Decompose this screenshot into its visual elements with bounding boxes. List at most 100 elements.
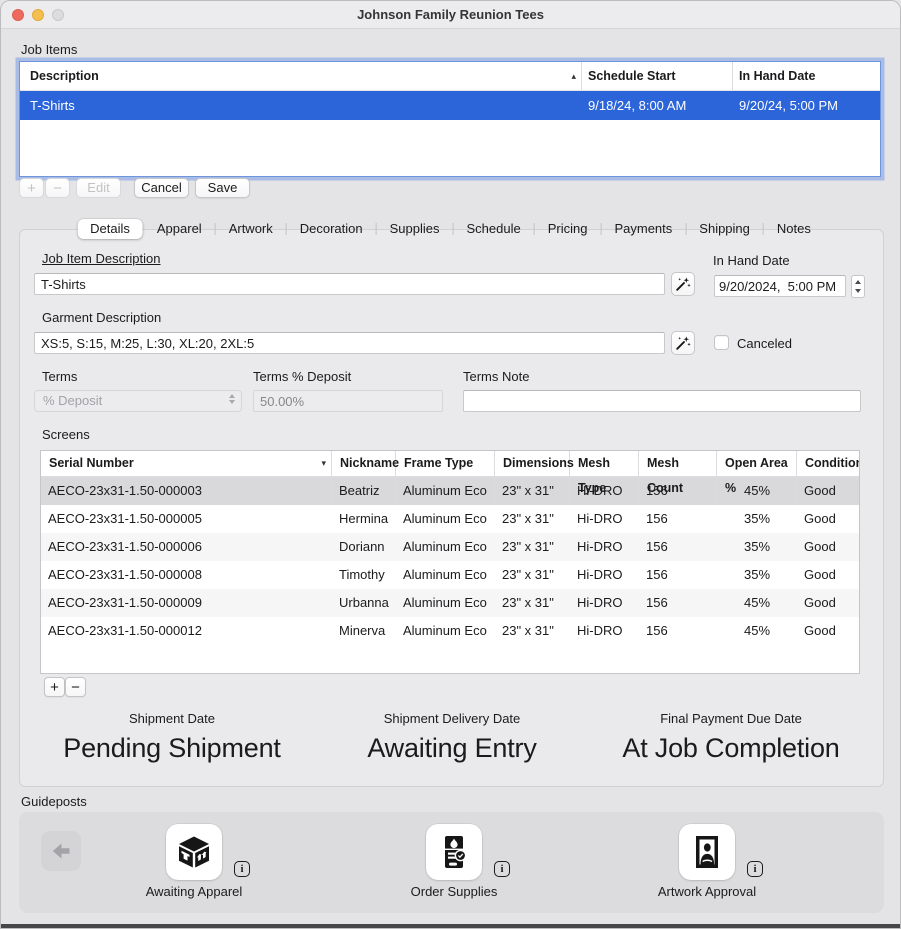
tab-supplies[interactable]: Supplies bbox=[377, 219, 453, 239]
job-item-description-label[interactable]: Job Item Description bbox=[42, 251, 161, 266]
garment-description-label: Garment Description bbox=[42, 310, 161, 325]
screen-cell: 156 bbox=[639, 505, 717, 533]
artwork-approval-button[interactable] bbox=[679, 824, 735, 880]
canceled-checkbox[interactable] bbox=[714, 335, 729, 350]
screen-row[interactable]: AECO-23x31-1.50-000008TimothyAluminum Ec… bbox=[41, 561, 859, 589]
screen-column-header-6[interactable]: Open Area % bbox=[717, 451, 797, 501]
job-item-column-header-1[interactable]: Schedule Start bbox=[582, 62, 733, 90]
screen-column-header-2[interactable]: Frame Type bbox=[396, 451, 495, 501]
tab-decoration[interactable]: Decoration bbox=[287, 219, 376, 239]
artwork-approval-label: Artwork Approval bbox=[629, 884, 785, 899]
job-item-column-header-2[interactable]: In Hand Date bbox=[733, 62, 880, 90]
screen-cell: 156 bbox=[639, 561, 717, 589]
screen-cell: 23" x 31" bbox=[495, 533, 570, 561]
tab-apparel[interactable]: Apparel bbox=[144, 219, 215, 239]
tab-notes[interactable]: Notes bbox=[764, 219, 824, 239]
screen-cell: Good bbox=[797, 505, 859, 533]
terms-pct-deposit-input bbox=[253, 390, 443, 412]
screen-cell: 156 bbox=[639, 589, 717, 617]
stepper-down-icon bbox=[855, 289, 861, 293]
screen-row[interactable]: AECO-23x31-1.50-000005HerminaAluminum Ec… bbox=[41, 505, 859, 533]
tab-shipping[interactable]: Shipping bbox=[686, 219, 763, 239]
guideposts-panel: i Awaiting Apparel i Order Supplies bbox=[19, 812, 884, 913]
edit-button[interactable]: Edit bbox=[76, 178, 121, 198]
window-controls bbox=[12, 9, 64, 21]
job-item-column-header-0[interactable]: Description ▴ bbox=[20, 62, 582, 90]
screen-cell: Hermina bbox=[332, 505, 396, 533]
screen-cell: 156 bbox=[639, 533, 717, 561]
order-supplies-info-icon[interactable]: i bbox=[494, 861, 510, 877]
screen-cell: 45% bbox=[717, 617, 797, 645]
screens-table[interactable]: Serial Number▾NicknameFrame TypeDimensio… bbox=[40, 450, 860, 674]
tab-payments[interactable]: Payments bbox=[601, 219, 685, 239]
screen-cell: Urbanna bbox=[332, 589, 396, 617]
add-job-item-button[interactable]: + bbox=[19, 178, 44, 198]
awaiting-apparel-info-icon[interactable]: i bbox=[234, 861, 250, 877]
screen-cell: 23" x 31" bbox=[495, 589, 570, 617]
screen-cell: AECO-23x31-1.50-000012 bbox=[41, 617, 332, 645]
autofill-garment-button[interactable] bbox=[671, 331, 695, 355]
awaiting-apparel-label: Awaiting Apparel bbox=[116, 884, 272, 899]
job-item-row[interactable]: T-Shirts9/18/24, 8:00 AM9/20/24, 5:00 PM bbox=[20, 91, 880, 120]
terms-note-input[interactable] bbox=[463, 390, 861, 412]
screen-column-header-3[interactable]: Dimensions bbox=[495, 451, 570, 501]
supplies-bottle-icon bbox=[436, 834, 472, 870]
final-payment-due-date-value: At Job Completion bbox=[581, 733, 881, 764]
column-label: Serial Number bbox=[49, 456, 134, 470]
column-label: In Hand Date bbox=[739, 69, 815, 83]
screen-row[interactable]: AECO-23x31-1.50-000009UrbannaAluminum Ec… bbox=[41, 589, 859, 617]
tab-pricing[interactable]: Pricing bbox=[535, 219, 601, 239]
garment-description-input[interactable] bbox=[34, 332, 665, 354]
job-item-cell: T-Shirts bbox=[20, 91, 582, 120]
screen-column-header-5[interactable]: Mesh Count bbox=[639, 451, 717, 501]
window-title: Johnson Family Reunion Tees bbox=[1, 1, 900, 29]
terms-note-label: Terms Note bbox=[463, 369, 529, 384]
remove-job-item-button[interactable]: − bbox=[45, 178, 70, 198]
tab-artwork[interactable]: Artwork bbox=[216, 219, 286, 239]
screen-cell: Hi-DRO bbox=[570, 561, 639, 589]
job-items-table[interactable]: Description ▴Schedule Start In Hand Date T… bbox=[19, 61, 881, 177]
cancel-button[interactable]: Cancel bbox=[134, 178, 189, 198]
tab-schedule[interactable]: Schedule bbox=[454, 219, 534, 239]
magic-wand-icon bbox=[675, 335, 691, 351]
add-screen-button[interactable]: + bbox=[44, 677, 65, 697]
screen-cell: AECO-23x31-1.50-000008 bbox=[41, 561, 332, 589]
tab-details[interactable]: Details bbox=[77, 219, 143, 239]
guideposts-back-button[interactable] bbox=[41, 831, 81, 871]
artwork-approval-info-icon[interactable]: i bbox=[747, 861, 763, 877]
title-bar: Johnson Family Reunion Tees bbox=[1, 1, 900, 29]
job-item-description-input[interactable] bbox=[34, 273, 665, 295]
screen-row[interactable]: AECO-23x31-1.50-000012MinervaAluminum Ec… bbox=[41, 617, 859, 645]
screen-column-header-0[interactable]: Serial Number▾ bbox=[41, 451, 332, 501]
awaiting-apparel-button[interactable] bbox=[166, 824, 222, 880]
screens-section-label: Screens bbox=[42, 427, 90, 442]
screen-column-header-1[interactable]: Nickname bbox=[332, 451, 396, 501]
sort-asc-icon: ▴ bbox=[571, 62, 576, 90]
autofill-description-button[interactable] bbox=[671, 272, 695, 296]
column-label: Description bbox=[30, 69, 99, 83]
shipment-delivery-date-label: Shipment Delivery Date bbox=[302, 711, 602, 726]
app-window: Johnson Family Reunion Tees Job Items De… bbox=[0, 0, 901, 929]
close-window-icon[interactable] bbox=[12, 9, 24, 21]
terms-pct-deposit-label: Terms % Deposit bbox=[253, 369, 351, 384]
minimize-window-icon[interactable] bbox=[32, 9, 44, 21]
screen-cell: Good bbox=[797, 533, 859, 561]
order-supplies-button[interactable] bbox=[426, 824, 482, 880]
screen-cell: AECO-23x31-1.50-000006 bbox=[41, 533, 332, 561]
shipment-date-value: Pending Shipment bbox=[22, 733, 322, 764]
screen-row[interactable]: AECO-23x31-1.50-000006DoriannAluminum Ec… bbox=[41, 533, 859, 561]
in-hand-date-input[interactable] bbox=[714, 275, 846, 297]
save-button[interactable]: Save bbox=[195, 178, 250, 198]
screen-cell: AECO-23x31-1.50-000005 bbox=[41, 505, 332, 533]
remove-screen-button[interactable]: − bbox=[65, 677, 86, 697]
job-items-section-label: Job Items bbox=[21, 42, 77, 57]
screen-column-header-7[interactable]: Condition bbox=[797, 451, 860, 501]
screen-column-header-4[interactable]: Mesh Type bbox=[570, 451, 639, 501]
screen-cell: Hi-DRO bbox=[570, 505, 639, 533]
screen-cell: Hi-DRO bbox=[570, 589, 639, 617]
in-hand-date-stepper[interactable] bbox=[851, 275, 865, 298]
screen-cell: 35% bbox=[717, 533, 797, 561]
screens-table-header: Serial Number▾NicknameFrame TypeDimensio… bbox=[41, 451, 859, 477]
job-item-cell: 9/18/24, 8:00 AM bbox=[582, 91, 733, 120]
column-label: Dimensions bbox=[503, 456, 574, 470]
